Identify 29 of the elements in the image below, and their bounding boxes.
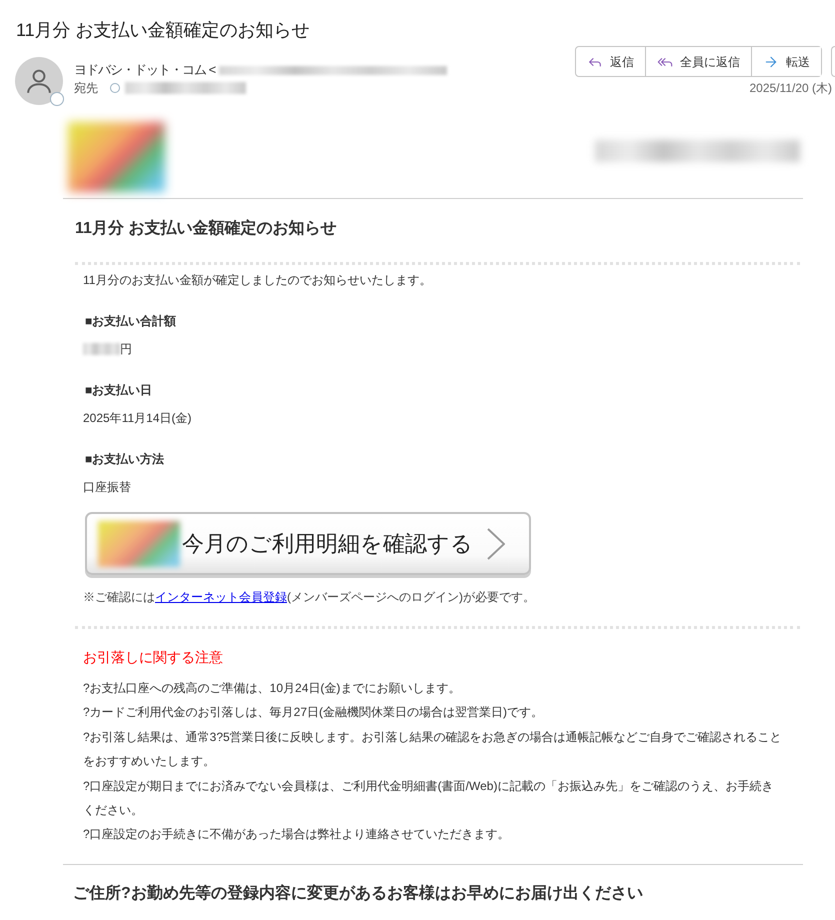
section-value: 2025年11月14日(金) [83,410,192,427]
blurred-logo-icon [98,520,180,566]
email-title: 11月分 お支払い金額確定のお知らせ [75,218,338,239]
recipient-label: 宛先 [74,80,98,97]
presence-ring-icon [110,83,120,93]
section-value: 円 [120,341,132,358]
section-heading: ■お支払い日 [85,382,154,399]
section-heading: ■お支払い方法 [85,451,166,468]
section-heading: ■お支払い合計額 [85,313,178,330]
notice-item: ?口座設定のお手続きに不備があった場合は弊社より連絡させていただきます。 [83,826,511,844]
email-subject: 11月分 お支払い金額確定のお知らせ [16,19,311,42]
intro-text: 11月分のお支払い金額が確定しましたのでお知らせいたします。 [83,272,432,289]
forward-button[interactable]: 転送 [751,47,821,76]
chevron-right-icon [487,528,505,560]
received-date: 2025/11/20 (木) [750,80,832,96]
login-note: ※ご確認にはインターネット会員登録(メンバーズページへのログイン)が必要です。 [83,589,536,606]
section-value: 口座振替 [83,479,131,496]
notice-item: ?口座設定が期日までにお済みでない会員様は、ご利用代金明細書(書面/Web)に記載の「お振込み先」をご確認のうえ、お手続きください。 [83,778,774,820]
more-actions-button[interactable] [831,46,835,77]
status-ring-icon [50,92,64,106]
sender-name: ヨドバシ・ドット・コム < [74,61,216,79]
notice-item: ?カードご利用代金のお引落しは、毎月27日(金融機関休業日の場合は翌営業日)です。 [83,704,544,722]
statement-button[interactable]: 今月のご利用明細を確認する [85,512,531,575]
notice-item: ?お支払口座への残高のご準備は、10月24日(金)までにお願いします。 [83,680,462,697]
avatar-icon [15,57,63,105]
member-registration-link[interactable]: インターネット会員登録 [155,590,287,604]
notice-title: お引落しに関する注意 [83,648,224,667]
footer-heading: ご住所?お勤め先等の登録内容に変更があるお客様はお早めにお届け出ください [73,883,644,904]
notice-item: ?お引落し結果は、通常3?5営業日後に反映します。お引落し結果の確認をお急ぎの場合は通帳記帳などご自身でご確認されることをおすすめいたします。 [83,728,782,770]
